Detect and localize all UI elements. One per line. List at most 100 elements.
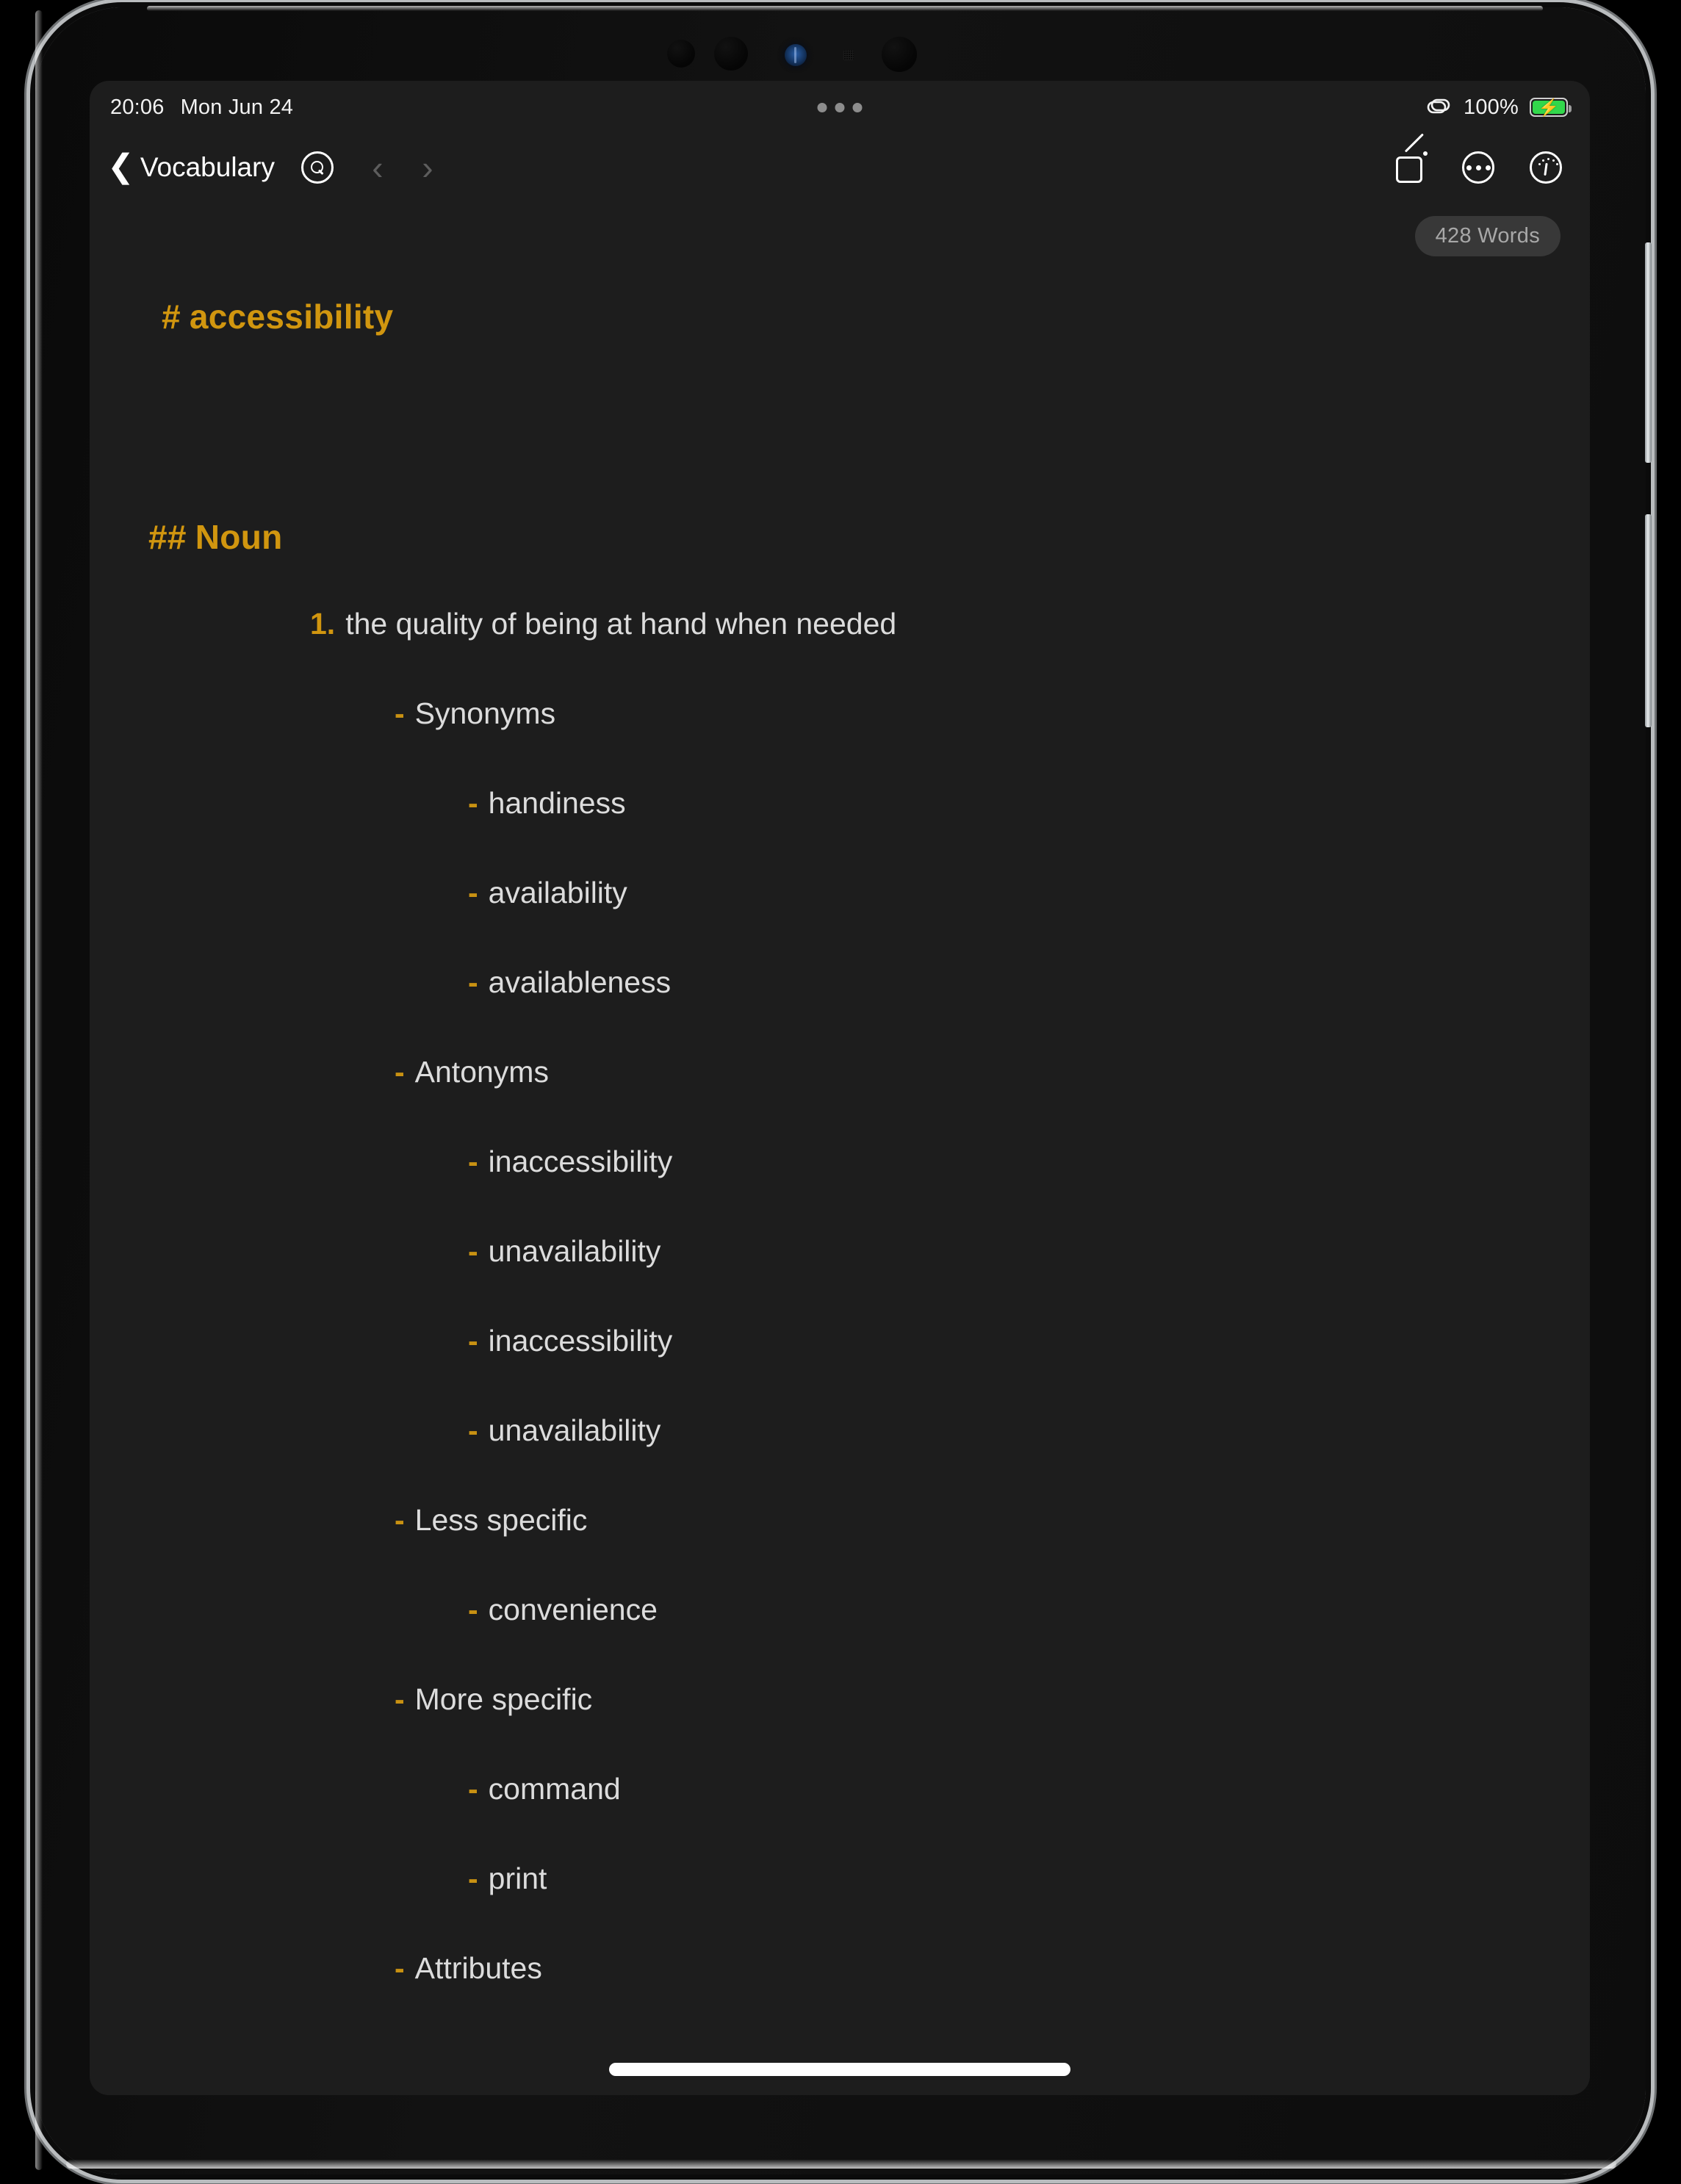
list-item[interactable]: - inaccessibility bbox=[468, 1324, 672, 1358]
handle-dot bbox=[817, 102, 827, 112]
list-item-label: command bbox=[488, 1772, 621, 1806]
heading1-text: accessibility bbox=[189, 298, 394, 336]
battery-percent-label: 100% bbox=[1464, 95, 1519, 119]
list-item[interactable]: - availability bbox=[468, 876, 627, 910]
list-bullet-icon: - bbox=[395, 1951, 405, 1985]
charging-bolt-icon: ⚡ bbox=[1538, 97, 1560, 117]
list-item-label: Less specific bbox=[414, 1503, 588, 1537]
page-title: # accessibility bbox=[162, 297, 393, 336]
history-forward-icon[interactable]: › bbox=[407, 147, 448, 188]
list-item[interactable]: - command bbox=[468, 1772, 621, 1806]
list-bullet-icon: - bbox=[395, 1055, 405, 1089]
gauge-tick bbox=[1552, 159, 1555, 162]
status-bar: 20:06 Mon Jun 24 100% ⚡ bbox=[90, 81, 1590, 134]
gauge-tick bbox=[1542, 159, 1544, 162]
status-date: Mon Jun 24 bbox=[180, 95, 294, 119]
gauge-needle bbox=[1544, 162, 1548, 176]
section-heading-noun: ## Noun bbox=[148, 517, 283, 557]
list-item-label: handiness bbox=[488, 786, 626, 820]
list-item-label: convenience bbox=[488, 1593, 658, 1626]
status-time: 20:06 bbox=[110, 95, 165, 119]
front-sensor-bar bbox=[661, 32, 1014, 73]
list-number: 1. bbox=[310, 607, 336, 641]
navigation-bar-left: ❮ Vocabulary ‹ › bbox=[107, 134, 448, 201]
list-item[interactable]: - Synonyms bbox=[395, 696, 555, 731]
list-bullet-icon: - bbox=[468, 965, 478, 999]
compose-pen bbox=[1404, 133, 1425, 153]
navigation-bar: ❮ Vocabulary ‹ › bbox=[90, 133, 1590, 201]
list-item-label: Synonyms bbox=[414, 696, 556, 730]
heading2-marker: ## bbox=[148, 518, 187, 556]
list-item-label: unavailability bbox=[488, 1413, 661, 1447]
compose-pen-tip bbox=[1423, 151, 1428, 156]
list-bullet-icon: - bbox=[395, 1682, 405, 1716]
compose-icon[interactable] bbox=[1396, 133, 1428, 183]
search-icon[interactable] bbox=[300, 151, 334, 184]
back-chevron-icon: ❮ bbox=[107, 148, 134, 184]
gauge-tick bbox=[1547, 158, 1549, 160]
ambient-light-sensor-icon bbox=[714, 37, 748, 71]
list-item-label: the quality of being at hand when needed bbox=[345, 607, 897, 641]
battery-charging-icon: ⚡ bbox=[1530, 97, 1572, 117]
list-bullet-icon: - bbox=[468, 1324, 478, 1358]
list-item-label: unavailability bbox=[488, 1234, 661, 1268]
list-item[interactable]: - inaccessibility bbox=[468, 1145, 672, 1179]
volume-down-button[interactable] bbox=[1645, 514, 1652, 727]
speaker-mesh-icon bbox=[843, 50, 854, 60]
tablet-screen: 20:06 Mon Jun 24 100% ⚡ ❮ Vocabulary ‹ ›… bbox=[90, 81, 1590, 2095]
list-bullet-icon: - bbox=[468, 1772, 478, 1806]
list-item-label: Attributes bbox=[414, 1951, 542, 1985]
navigation-bar-right bbox=[1396, 133, 1562, 201]
face-id-sensor-icon bbox=[882, 37, 917, 72]
list-item[interactable]: 1. the quality of being at hand when need… bbox=[310, 607, 896, 641]
magnifier-glyph bbox=[310, 161, 324, 174]
history-back-icon[interactable]: ‹ bbox=[357, 147, 398, 188]
multitasking-handle[interactable] bbox=[817, 81, 863, 134]
more-ellipsis-icon[interactable] bbox=[1462, 151, 1494, 184]
compose-box bbox=[1396, 156, 1422, 183]
list-item-label: More specific bbox=[414, 1682, 593, 1716]
handle-dot bbox=[852, 102, 863, 112]
list-item[interactable]: - availableness bbox=[468, 965, 671, 1000]
list-item-label: availableness bbox=[488, 965, 672, 999]
gauge-tick bbox=[1538, 163, 1541, 165]
ellipsis-dots bbox=[1466, 165, 1491, 170]
list-bullet-icon: - bbox=[468, 786, 478, 820]
list-item[interactable]: - Attributes bbox=[395, 1951, 542, 1986]
list-item[interactable]: - Less specific bbox=[395, 1503, 587, 1538]
list-bullet-icon: - bbox=[468, 1862, 478, 1895]
back-button[interactable]: ❮ Vocabulary bbox=[107, 148, 275, 184]
status-bar-right: 100% ⚡ bbox=[1425, 81, 1572, 134]
heading2-text: Noun bbox=[195, 518, 283, 556]
list-item[interactable]: - convenience bbox=[468, 1593, 658, 1627]
camera-glint bbox=[794, 47, 796, 63]
gauge-tick bbox=[1556, 163, 1558, 165]
list-item-label: inaccessibility bbox=[488, 1145, 673, 1178]
list-item-label: availability bbox=[488, 876, 627, 909]
info-gauge-icon[interactable] bbox=[1530, 151, 1562, 184]
home-indicator[interactable] bbox=[609, 2063, 1070, 2076]
list-item-label: inaccessibility bbox=[488, 1324, 673, 1358]
list-item[interactable]: - Antonyms bbox=[395, 1055, 549, 1089]
link-icon bbox=[1427, 98, 1450, 114]
list-item[interactable]: - unavailability bbox=[468, 1234, 660, 1269]
list-item-label: Antonyms bbox=[414, 1055, 549, 1089]
list-item[interactable]: - More specific bbox=[395, 1682, 592, 1717]
list-bullet-icon: - bbox=[468, 876, 478, 909]
back-button-label: Vocabulary bbox=[140, 152, 275, 182]
handle-dot bbox=[835, 102, 845, 112]
list-bullet-icon: - bbox=[468, 1234, 478, 1268]
list-item[interactable]: - print bbox=[468, 1862, 547, 1896]
list-item-label: print bbox=[488, 1862, 547, 1895]
status-bar-left: 20:06 Mon Jun 24 bbox=[110, 81, 293, 134]
heading1-marker: # bbox=[162, 298, 181, 336]
list-bullet-icon: - bbox=[395, 696, 405, 730]
list-bullet-icon: - bbox=[468, 1145, 478, 1178]
list-bullet-icon: - bbox=[395, 1503, 405, 1537]
list-item[interactable]: - handiness bbox=[468, 786, 626, 821]
proximity-sensor-icon bbox=[667, 40, 695, 68]
list-item[interactable]: - unavailability bbox=[468, 1413, 660, 1448]
note-document[interactable]: # accessibility ## Noun 1. the quality of b… bbox=[90, 210, 1590, 2095]
volume-up-button[interactable] bbox=[1645, 242, 1652, 463]
list-bullet-icon: - bbox=[468, 1413, 478, 1447]
